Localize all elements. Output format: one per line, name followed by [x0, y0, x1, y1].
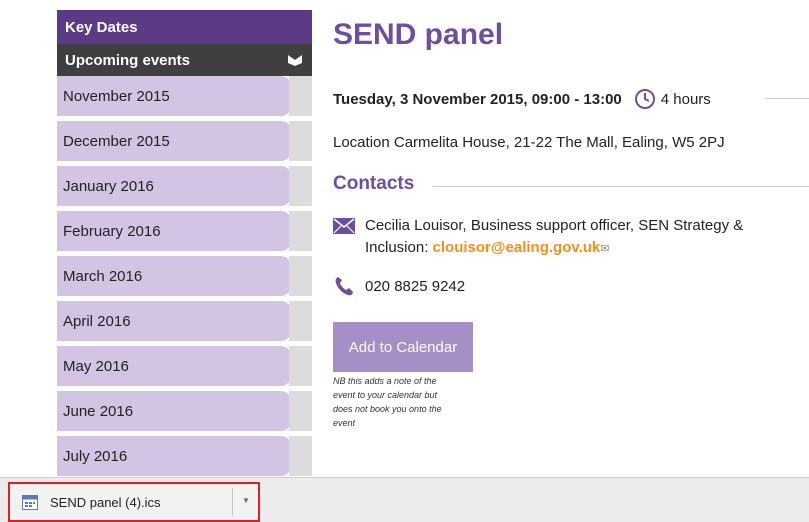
sidebar-month-item[interactable]: November 2015 — [57, 76, 312, 121]
sidebar-month-label: June 2016 — [57, 391, 291, 431]
sidebar-month-item[interactable]: June 2016 — [57, 391, 312, 436]
upcoming-events-toggle[interactable]: Upcoming events — [57, 44, 312, 76]
event-duration: 4 hours — [660, 90, 711, 108]
event-location: Location Carmelita House, 21-22 The Mall… — [333, 134, 725, 151]
sidebar-month-item[interactable]: July 2016 — [57, 436, 312, 481]
months-list: November 2015 December 2015 January 2016 Fe… — [57, 76, 312, 481]
divider — [765, 98, 809, 99]
calendar-file-icon — [22, 494, 38, 510]
sidebar-month-edge — [289, 121, 312, 161]
sidebar-month-item[interactable]: May 2016 — [57, 346, 312, 391]
clock-icon — [634, 88, 656, 110]
download-filename: SEND panel (4).ics — [50, 494, 161, 510]
add-to-calendar-button[interactable]: Add to Calendar — [333, 322, 473, 372]
page-title: SEND panel — [333, 18, 504, 51]
chevron-down-icon — [286, 53, 304, 67]
event-date: Tuesday, 3 November 2015, 09:00 - 13:00 — [333, 90, 622, 108]
dropdown-arrow-icon[interactable]: ▼ — [242, 496, 250, 505]
upcoming-events-label: Upcoming events — [65, 51, 191, 69]
calendar-note: NB this adds a note of the event to your… — [333, 376, 442, 428]
sidebar-month-label: April 2016 — [57, 301, 291, 341]
key-dates-heading: Key Dates — [57, 10, 312, 44]
divider — [433, 186, 809, 187]
phone-number: 020 8825 9242 — [365, 277, 466, 295]
phone-icon — [333, 275, 355, 297]
sidebar-month-edge — [289, 256, 312, 296]
contact-text: Cecilia Louisor, Business support office… — [365, 215, 809, 260]
sidebar-month-label: February 2016 — [57, 211, 291, 251]
contact-phone-row: 020 8825 9242 — [333, 275, 465, 297]
sidebar-month-edge — [289, 301, 312, 341]
sidebar-month-label: July 2016 — [57, 436, 291, 476]
sidebar-month-item[interactable]: April 2016 — [57, 301, 312, 346]
sidebar: Key Dates Upcoming events November 2015 D… — [57, 10, 312, 481]
sidebar-month-label: December 2015 — [57, 121, 291, 161]
contacts-heading: Contacts — [333, 173, 415, 194]
event-dateline: Tuesday, 3 November 2015, 09:00 - 13:00 … — [333, 88, 809, 110]
sidebar-month-label: January 2016 — [57, 166, 291, 206]
sidebar-month-item[interactable]: March 2016 — [57, 256, 312, 301]
sidebar-month-edge — [289, 211, 312, 251]
external-mail-icon: ✉ — [600, 243, 610, 255]
sidebar-month-edge — [289, 436, 312, 476]
sidebar-month-item[interactable]: December 2015 — [57, 121, 312, 166]
sidebar-month-label: May 2016 — [57, 346, 291, 386]
sidebar-month-edge — [289, 76, 312, 116]
sidebar-month-edge — [289, 391, 312, 431]
divider — [232, 488, 233, 516]
email-link[interactable]: clouisor@ealing.gov.uk — [433, 239, 601, 256]
sidebar-month-edge — [289, 346, 312, 386]
sidebar-month-edge — [289, 166, 312, 206]
sidebar-month-item[interactable]: January 2016 — [57, 166, 312, 211]
download-item[interactable]: SEND panel (4).ics ▼ — [8, 482, 260, 522]
envelope-icon — [333, 218, 355, 234]
sidebar-month-label: November 2015 — [57, 76, 291, 116]
contact-email-row: Cecilia Louisor, Business support office… — [333, 215, 809, 260]
sidebar-month-label: March 2016 — [57, 256, 291, 296]
sidebar-month-item[interactable]: February 2016 — [57, 211, 312, 256]
